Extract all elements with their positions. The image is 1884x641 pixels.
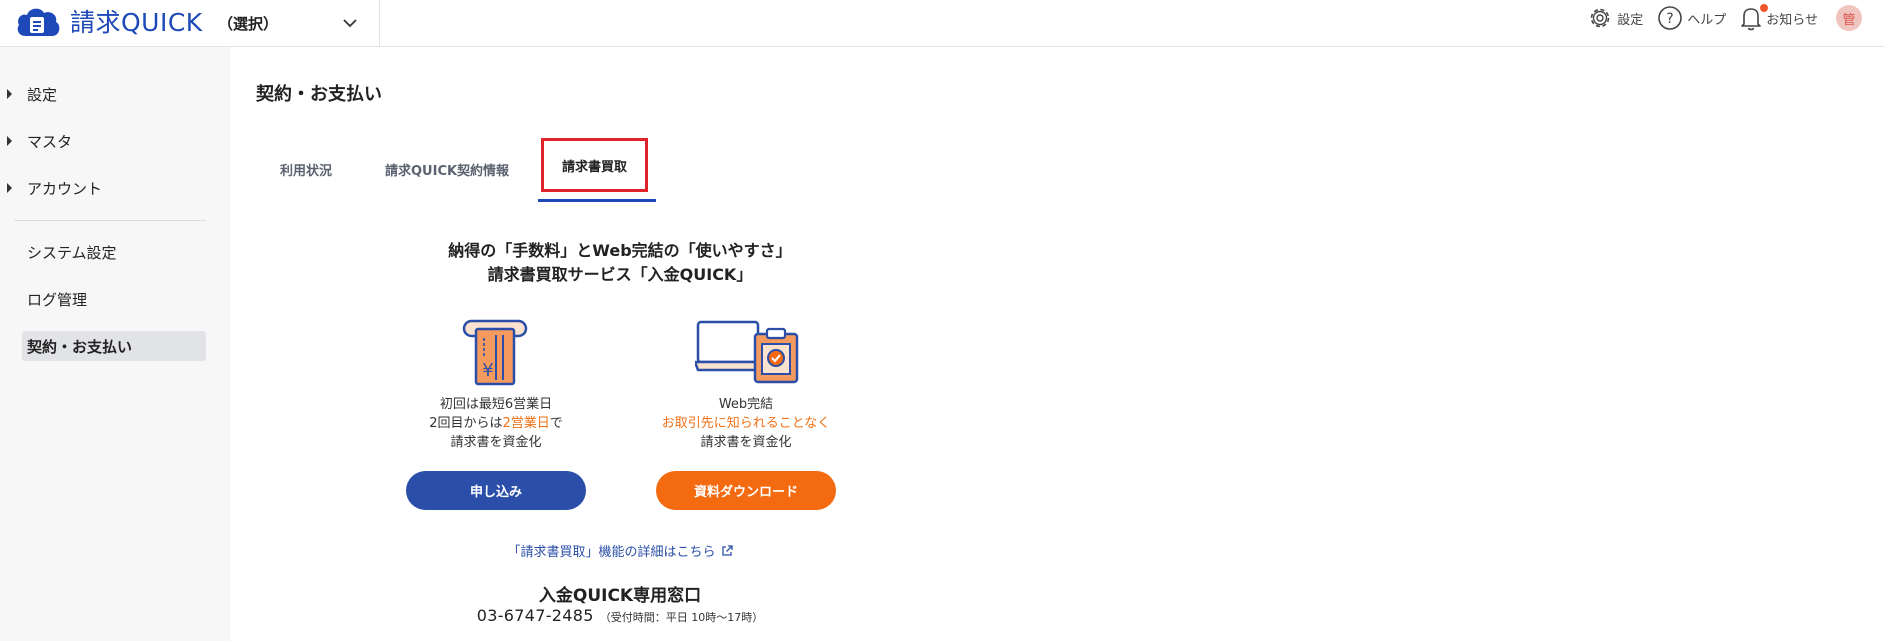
chevron-down-icon <box>343 19 357 28</box>
settings-label: 設定 <box>1617 12 1644 28</box>
feature-web-line3: 請求書を資金化 <box>700 435 792 450</box>
details-link[interactable]: 「請求書買取」機能の詳細はこちら <box>400 541 840 560</box>
feature-speed-text: 初回は最短6営業日 2回目からは2営業日で 請求書を資金化 <box>376 395 616 452</box>
contact-phone: 03-6747-2485 <box>476 606 594 625</box>
sidebar-divider <box>14 220 206 221</box>
app-logo[interactable]: 請求QUICK <box>14 4 203 38</box>
invoice-receipt-icon: ¥ <box>462 319 528 386</box>
cloud-document-icon <box>17 8 60 36</box>
org-selector-label: （選択） <box>218 15 279 33</box>
svg-text:?: ? <box>1667 11 1674 27</box>
help-icon: ? <box>1658 6 1683 30</box>
org-selector[interactable]: （選択） <box>218 0 380 47</box>
feature-speed-line1: 初回は最短6営業日 <box>439 397 553 412</box>
feature-speed-line3: 請求書を資金化 <box>450 435 542 450</box>
app-name: 請求QUICK <box>70 8 203 37</box>
feature-speed-line2-post: で <box>549 416 563 431</box>
svg-text:¥: ¥ <box>482 360 493 381</box>
contact-title: 入金QUICK専用窓口 <box>538 586 702 606</box>
feature-web-line1: Web完結 <box>718 397 774 412</box>
page-title: 契約・お支払い <box>256 84 382 105</box>
feature-speed-line2-pre: 2回目からは <box>429 416 503 431</box>
details-link-text: 「請求書買取」機能の詳細はこちら <box>507 545 716 560</box>
caret-right-icon <box>7 136 12 146</box>
promo-headline: 納得の「手数料」とWeb完結の「使いやすさ」 <box>448 241 792 260</box>
external-link-icon <box>721 544 733 556</box>
contact-info: 03-6747-2485 （受付時間：平日 10時～17時） <box>400 606 840 625</box>
header-actions: 設定 ? ヘルプ お知らせ 管 <box>1573 0 1884 36</box>
caret-right-icon <box>7 89 12 99</box>
help-button[interactable]: ? ヘルプ <box>1657 5 1726 31</box>
sidebar-item-system-settings[interactable]: システム設定 <box>0 238 230 266</box>
download-materials-button[interactable]: 資料ダウンロード <box>656 471 836 510</box>
sidebar-group-settings[interactable]: 設定 <box>0 80 230 108</box>
notifications-button[interactable]: お知らせ <box>1740 4 1818 31</box>
settings-button[interactable]: 設定 <box>1587 5 1643 31</box>
help-label: ヘルプ <box>1687 12 1727 28</box>
sidebar-group-label: アカウント <box>27 179 103 198</box>
gear-icon <box>1590 8 1610 28</box>
notifications-label: お知らせ <box>1766 12 1818 28</box>
apply-button[interactable]: 申し込み <box>406 471 586 510</box>
promo-subheadline: 請求書買取サービス「入金QUICK」 <box>487 265 753 284</box>
bell-icon <box>1741 8 1762 31</box>
sidebar-group-account[interactable]: アカウント <box>0 174 230 202</box>
feature-speed-highlight: 2営業日 <box>502 416 550 431</box>
tab-usage[interactable]: 利用状況 <box>280 160 332 179</box>
caret-right-icon <box>7 183 12 193</box>
feature-web-highlight: お取引先に知られることなく <box>661 416 831 431</box>
user-avatar[interactable]: 管 <box>1836 5 1862 31</box>
sidebar: 設定 マスタ アカウント システム設定 ログ管理 契約・お支払い <box>0 47 230 641</box>
contact-hours: （受付時間：平日 10時～17時） <box>599 611 764 624</box>
feature-web-text: Web完結 お取引先に知られることなく 請求書を資金化 <box>626 395 866 452</box>
sidebar-item-contract-payment[interactable]: 契約・お支払い <box>22 331 206 361</box>
notification-bell <box>1740 4 1769 31</box>
feature-speed-line2: 2回目からは2営業日で <box>376 414 616 433</box>
sidebar-group-master[interactable]: マスタ <box>0 127 230 155</box>
tab-contract-info[interactable]: 請求QUICK契約情報 <box>385 160 509 179</box>
laptop-clipboard-icon <box>695 320 799 384</box>
sidebar-group-label: 設定 <box>27 85 58 104</box>
sidebar-group-label: マスタ <box>27 132 73 151</box>
sidebar-item-log-management[interactable]: ログ管理 <box>0 285 230 313</box>
active-tab-indicator <box>538 199 656 202</box>
tab-invoice-purchase[interactable]: 請求書買取 <box>541 138 648 192</box>
app-header: 請求QUICK （選択） 設定 ? ヘルプ お知らせ 管 <box>0 0 1884 47</box>
